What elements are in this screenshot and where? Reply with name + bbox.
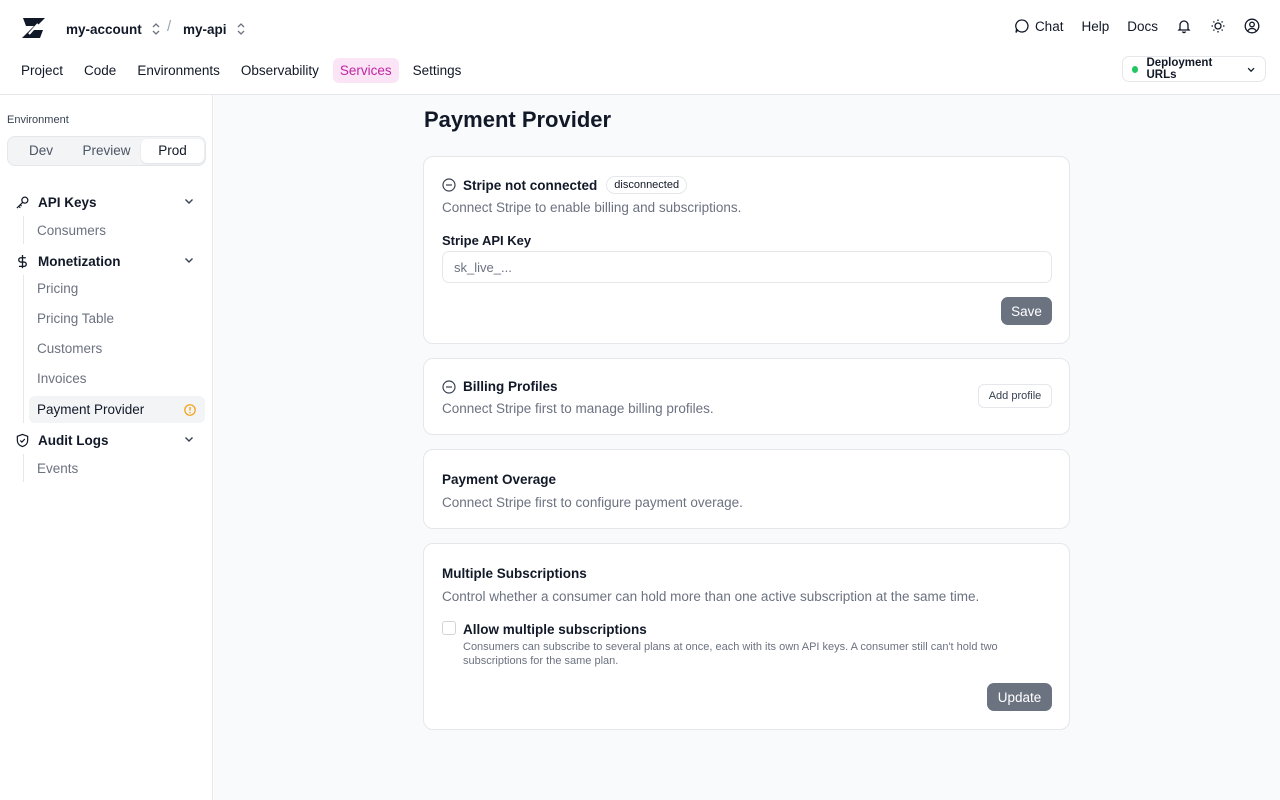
- chevron-down-icon: [185, 258, 193, 263]
- main-content: Payment Provider Stripe not connected di…: [214, 95, 1280, 800]
- sidebar-item-label: Payment Provider: [37, 402, 145, 417]
- bell-icon[interactable]: [1176, 18, 1192, 34]
- sidebar-item-pricing[interactable]: Pricing: [29, 275, 205, 302]
- deployment-urls-label: Deployment URLs: [1146, 57, 1213, 81]
- stripe-card: Stripe not connected disconnected Connec…: [423, 156, 1070, 344]
- sidebar: Environment Dev Preview Prod API Keys Co…: [0, 95, 213, 800]
- environment-label: Environment: [7, 114, 69, 126]
- breadcrumb-separator: /: [167, 18, 172, 35]
- project-name: my-api: [183, 21, 227, 37]
- sidebar-item-invoices[interactable]: Invoices: [29, 365, 205, 392]
- top-header: my-account / my-api Chat Help Docs Proje…: [0, 0, 1280, 95]
- sidebar-group-label: Audit Logs: [38, 432, 109, 448]
- sidebar-group-label: API Keys: [38, 194, 97, 210]
- tree-line: [23, 454, 24, 482]
- billing-profiles-description: Connect Stripe first to manage billing p…: [442, 401, 714, 416]
- stripe-api-key-label: Stripe API Key: [442, 233, 532, 248]
- help-link[interactable]: Help: [1081, 19, 1109, 34]
- stripe-api-key-input[interactable]: [442, 251, 1052, 283]
- sidebar-item-payment-provider[interactable]: Payment Provider: [29, 396, 205, 423]
- stripe-status-text: Stripe not connected: [463, 177, 598, 193]
- tree-line: [23, 216, 24, 244]
- key-icon: [16, 196, 29, 209]
- allow-multiple-subscriptions-checkbox[interactable]: [442, 621, 456, 635]
- sidebar-item-customers[interactable]: Customers: [29, 335, 205, 362]
- billing-profiles-card: Billing Profiles Connect Stripe first to…: [423, 358, 1070, 435]
- payment-overage-card: Payment Overage Connect Stripe first to …: [423, 449, 1070, 529]
- env-option-dev[interactable]: Dev: [10, 139, 72, 163]
- sidebar-group-label: Monetization: [38, 253, 121, 269]
- project-switcher[interactable]: my-api: [183, 20, 247, 38]
- multiple-subscriptions-card: Multiple Subscriptions Control whether a…: [423, 543, 1070, 730]
- tree-line: [23, 275, 24, 423]
- docs-label: Docs: [1127, 18, 1158, 34]
- tab-services[interactable]: Services: [332, 58, 399, 83]
- warning-circle-icon: [184, 404, 196, 416]
- chevron-down-icon: [185, 437, 193, 442]
- help-label: Help: [1081, 18, 1110, 34]
- page-title: Payment Provider: [424, 107, 612, 132]
- update-button[interactable]: Update: [987, 683, 1052, 711]
- chat-label: Chat: [1034, 18, 1064, 34]
- main-nav: Project Code Environments Observability …: [14, 58, 468, 83]
- stripe-card-title: Stripe not connected disconnected: [442, 176, 688, 194]
- payment-overage-description: Connect Stripe first to configure paymen…: [442, 495, 743, 510]
- env-option-preview[interactable]: Preview: [74, 139, 139, 163]
- chevron-up-down-icon: [152, 23, 160, 35]
- status-badge: disconnected: [606, 176, 688, 194]
- header-actions: Chat Help Docs: [1014, 18, 1260, 34]
- sun-icon[interactable]: [1210, 18, 1226, 34]
- stripe-description: Connect Stripe to enable billing and sub…: [442, 200, 742, 215]
- sidebar-group-audit-logs[interactable]: Audit Logs: [15, 430, 200, 450]
- save-button[interactable]: Save: [1001, 297, 1052, 325]
- minus-circle-icon: [442, 379, 456, 394]
- sidebar-group-api-keys[interactable]: API Keys: [15, 192, 200, 212]
- dollar-icon: [18, 254, 27, 268]
- sidebar-group-monetization[interactable]: Monetization: [15, 251, 200, 271]
- multiple-subscriptions-title: Multiple Subscriptions: [442, 566, 587, 581]
- allow-multiple-subscriptions-label[interactable]: Allow multiple subscriptions: [463, 622, 647, 637]
- allow-multiple-subscriptions-help: Consumers can subscribe to several plans…: [463, 641, 998, 667]
- sidebar-item-events[interactable]: Events: [29, 455, 205, 482]
- billing-profiles-label: Billing Profiles: [463, 379, 558, 394]
- add-profile-button[interactable]: Add profile: [978, 384, 1052, 408]
- account-name: my-account: [66, 21, 142, 37]
- billing-profiles-title: Billing Profiles: [442, 379, 558, 394]
- logo-icon[interactable]: [20, 16, 48, 40]
- chevron-down-icon: [1247, 67, 1255, 72]
- tab-code[interactable]: Code: [77, 58, 123, 83]
- user-circle-icon[interactable]: [1244, 18, 1260, 34]
- multiple-subscriptions-description: Control whether a consumer can hold more…: [442, 589, 980, 604]
- status-dot: [1132, 65, 1139, 73]
- env-option-prod[interactable]: Prod: [141, 139, 204, 163]
- account-switcher[interactable]: my-account: [66, 20, 162, 38]
- minus-circle-icon: [442, 178, 456, 192]
- chat-link[interactable]: Chat: [1014, 18, 1064, 34]
- sidebar-item-pricing-table[interactable]: Pricing Table: [29, 305, 205, 332]
- tab-environments[interactable]: Environments: [130, 58, 227, 83]
- tab-observability[interactable]: Observability: [234, 58, 326, 83]
- tab-settings[interactable]: Settings: [406, 58, 469, 83]
- tab-project[interactable]: Project: [14, 58, 70, 83]
- shield-icon: [16, 433, 29, 447]
- chat-bubble-icon: [1015, 19, 1029, 33]
- environment-switcher: Dev Preview Prod: [7, 136, 206, 166]
- sidebar-item-consumers[interactable]: Consumers: [29, 217, 205, 244]
- deployment-urls-button[interactable]: Deployment URLs: [1122, 56, 1266, 82]
- docs-link[interactable]: Docs: [1127, 19, 1158, 34]
- payment-overage-title: Payment Overage: [442, 472, 557, 487]
- chevron-down-icon: [185, 199, 193, 204]
- chevron-up-down-icon: [237, 23, 244, 35]
